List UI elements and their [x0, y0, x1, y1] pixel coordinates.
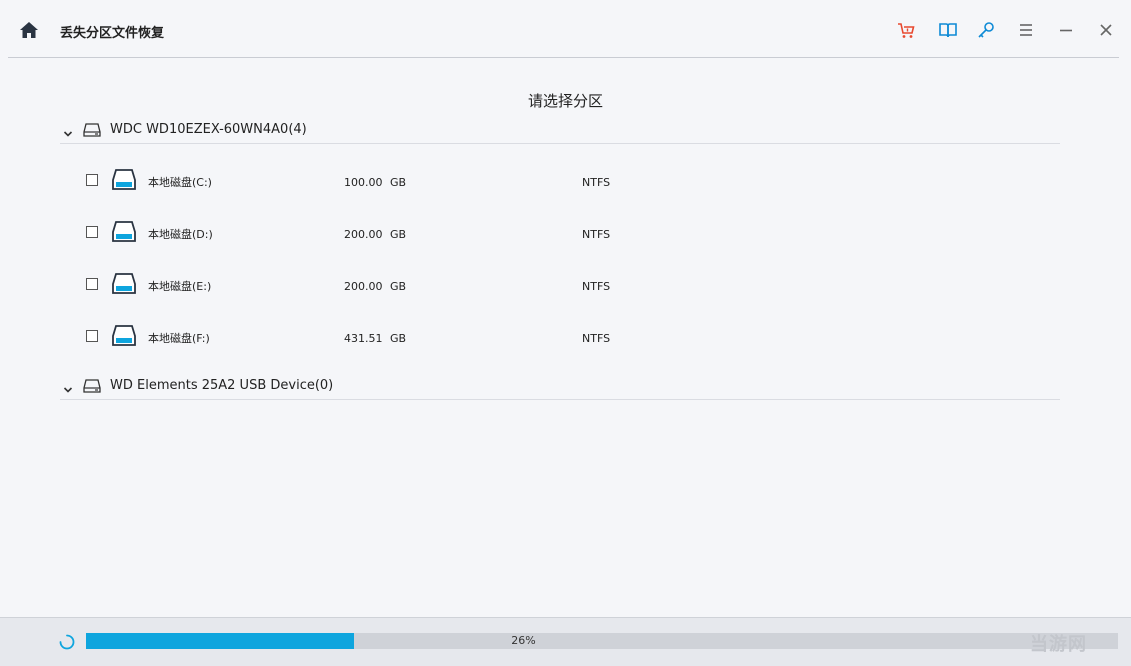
device-divider — [60, 399, 1060, 400]
partition-filesystem: NTFS — [582, 332, 611, 345]
cart-icon[interactable] — [896, 20, 916, 40]
partition-drive-icon — [111, 272, 137, 296]
device-name: WDC WD10EZEX-60WN4A0(4) — [110, 122, 307, 137]
partition-checkbox[interactable] — [86, 174, 98, 186]
partition-name: 本地磁盘(E:) — [148, 280, 212, 293]
partition-drive-icon — [111, 220, 137, 244]
hard-drive-icon — [83, 378, 101, 394]
partition-filesystem: NTFS — [582, 280, 611, 293]
device-name: WD Elements 25A2 USB Device(0) — [110, 378, 334, 393]
chevron-down-icon[interactable] — [63, 380, 73, 393]
partition-size-unit: GB — [390, 176, 407, 189]
progress-percent: 26% — [511, 634, 536, 647]
partition-name: 本地磁盘(D:) — [148, 228, 213, 241]
partition-name: 本地磁盘(F:) — [148, 332, 210, 345]
menu-icon[interactable] — [1016, 20, 1036, 40]
partition-size: 431.51 — [344, 332, 383, 345]
partition-size-unit: GB — [390, 332, 407, 345]
partition-checkbox[interactable] — [86, 226, 98, 238]
partition-size: 200.00 — [344, 280, 383, 293]
partition-filesystem: NTFS — [582, 176, 611, 189]
chevron-down-icon[interactable] — [63, 124, 73, 137]
title-divider — [8, 57, 1119, 58]
partition-size: 100.00 — [344, 176, 383, 189]
partition-row[interactable]: 本地磁盘(F:) 431.51 GB NTFS — [86, 322, 686, 354]
key-icon[interactable] — [976, 20, 996, 40]
home-icon[interactable] — [19, 20, 39, 40]
device-row: WDC WD10EZEX-60WN4A0(4) — [60, 116, 1060, 144]
device-row: WD Elements 25A2 USB Device(0) — [60, 372, 1060, 400]
hard-drive-icon — [83, 122, 101, 138]
book-icon[interactable] — [938, 20, 958, 40]
device-divider — [60, 143, 1060, 144]
window-title: 丢失分区文件恢复 — [60, 26, 165, 41]
partition-name: 本地磁盘(C:) — [148, 176, 212, 189]
status-footer: 26% 当游网 — [0, 617, 1131, 666]
partition-checkbox[interactable] — [86, 330, 98, 342]
partition-row[interactable]: 本地磁盘(D:) 200.00 GB NTFS — [86, 218, 686, 250]
section-heading: 请选择分区 — [527, 92, 603, 110]
partition-drive-icon — [111, 324, 137, 348]
title-bar: 丢失分区文件恢复 — [0, 0, 1131, 58]
partition-size-unit: GB — [390, 228, 407, 241]
minimize-icon[interactable] — [1056, 20, 1076, 40]
progress-bar: 26% — [86, 633, 1118, 649]
close-icon[interactable] — [1096, 20, 1116, 40]
partition-row[interactable]: 本地磁盘(E:) 200.00 GB NTFS — [86, 270, 686, 302]
partition-row[interactable]: 本地磁盘(C:) 100.00 GB NTFS — [86, 166, 686, 198]
partition-drive-icon — [111, 168, 137, 192]
loading-spinner-icon — [59, 634, 75, 650]
partition-checkbox[interactable] — [86, 278, 98, 290]
watermark: 当游网 — [1030, 634, 1087, 655]
partition-filesystem: NTFS — [582, 228, 611, 241]
partition-size-unit: GB — [390, 280, 407, 293]
partition-size: 200.00 — [344, 228, 383, 241]
